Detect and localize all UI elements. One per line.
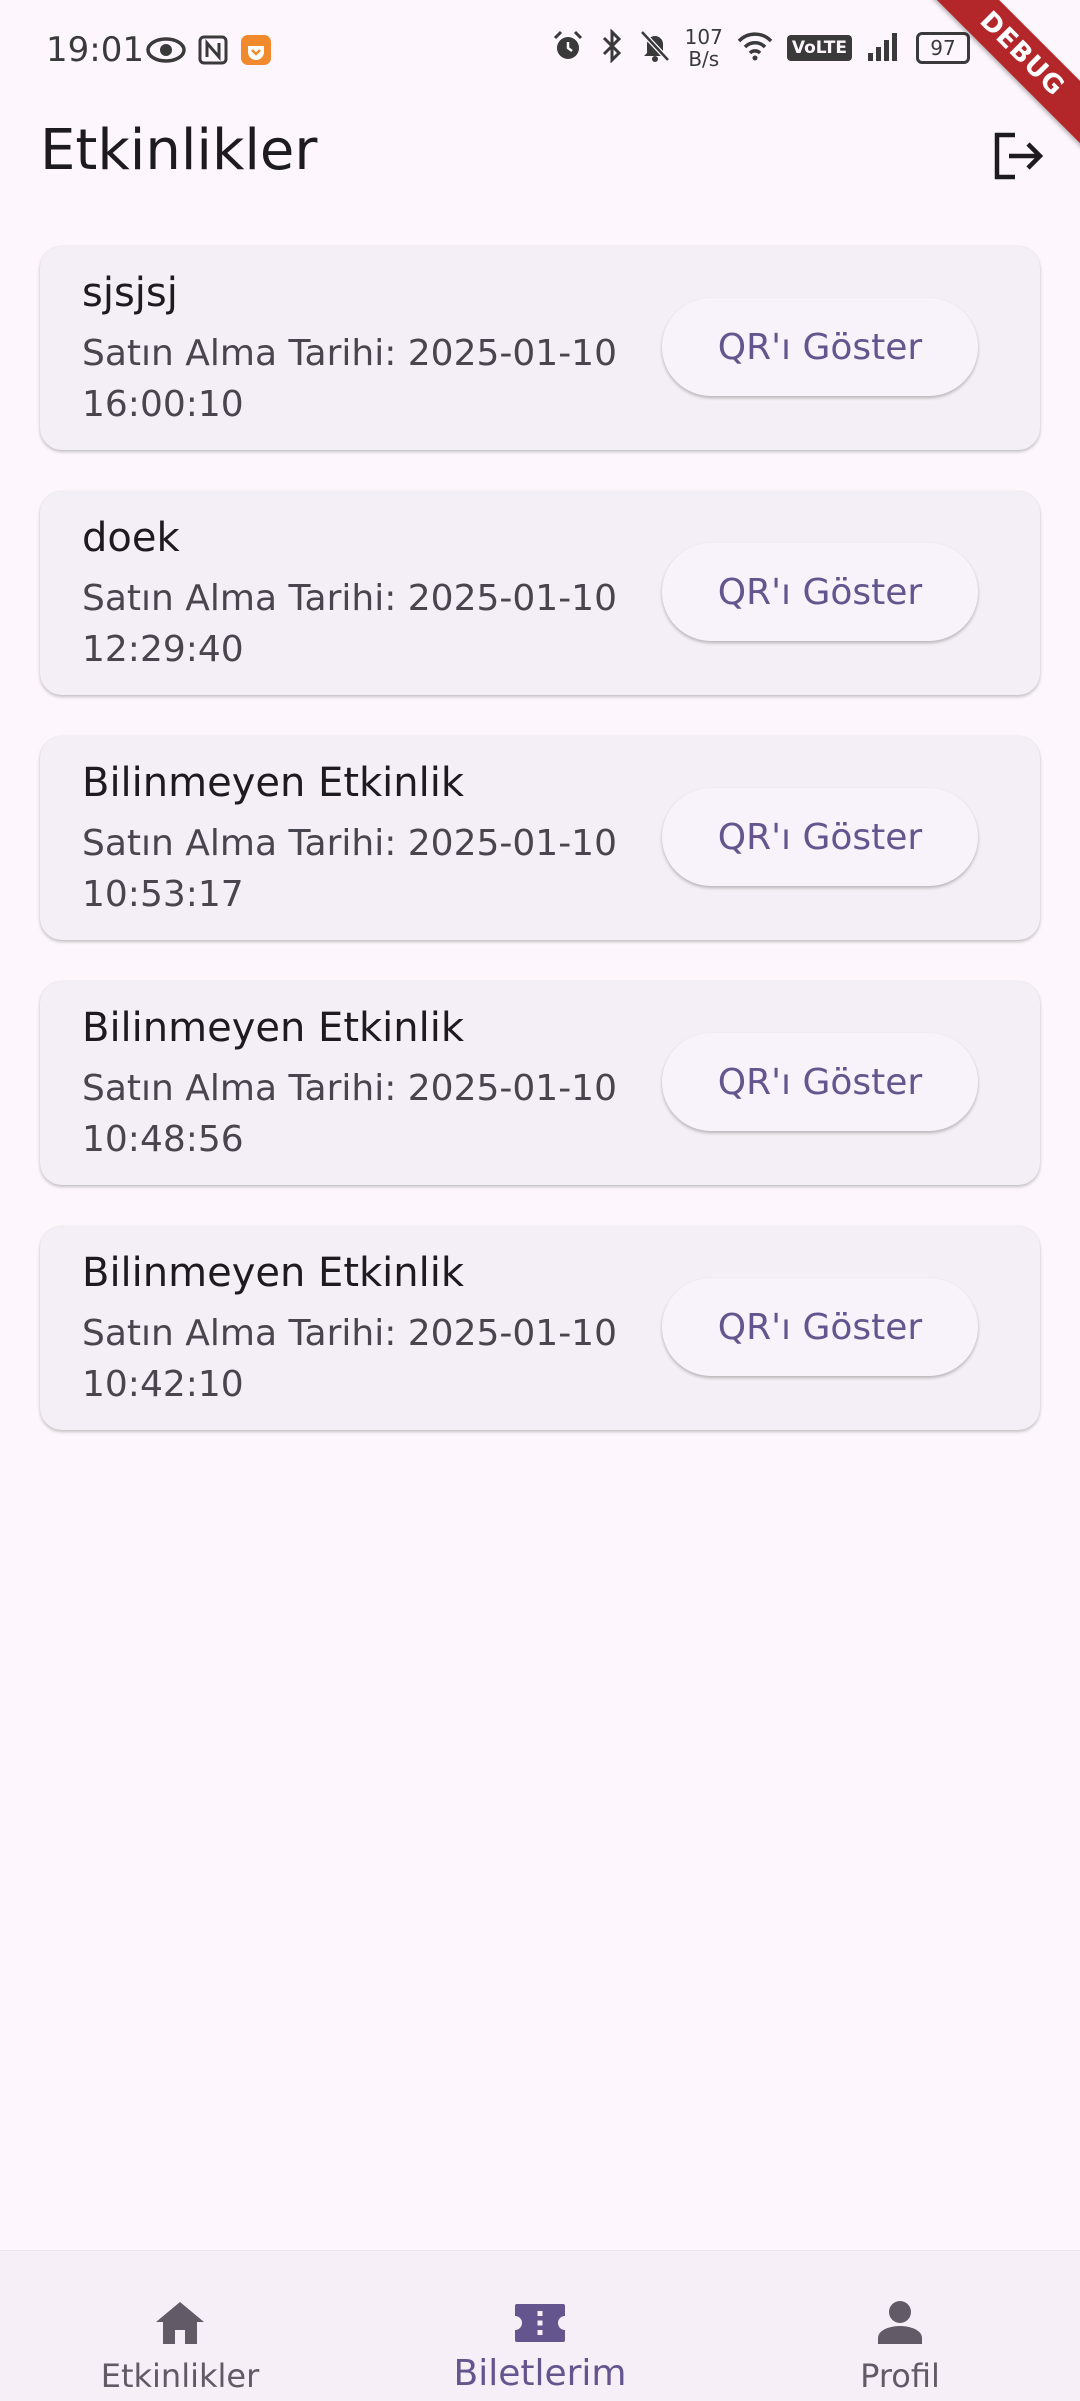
ticket-purchase-date: Satın Alma Tarihi: 2025-01-10 10:53:17 xyxy=(82,818,642,920)
ticket-event-name: Bilinmeyen Etkinlik xyxy=(82,760,465,806)
ticket-event-name: sjsjsj xyxy=(82,270,178,316)
network-speed-value: 107 xyxy=(684,25,723,49)
purchase-time-line: 16:00:10 xyxy=(82,384,244,425)
ticket-purchase-date: Satın Alma Tarihi: 2025-01-10 16:00:10 xyxy=(82,328,642,430)
logout-button[interactable] xyxy=(984,124,1052,192)
ticket-card: sjsjsj Satın Alma Tarihi: 2025-01-10 16:… xyxy=(40,246,1040,450)
ticket-card: Bilinmeyen Etkinlik Satın Alma Tarihi: 2… xyxy=(40,736,1040,940)
ticket-purchase-date: Satın Alma Tarihi: 2025-01-10 10:42:10 xyxy=(82,1308,642,1410)
purchase-date-line: Satın Alma Tarihi: 2025-01-10 xyxy=(82,823,617,864)
ticket-event-name: Bilinmeyen Etkinlik xyxy=(82,1250,465,1296)
eye-icon xyxy=(146,36,186,68)
purchase-date-line: Satın Alma Tarihi: 2025-01-10 xyxy=(82,333,617,374)
purchase-time-line: 10:48:56 xyxy=(82,1119,244,1160)
battery-level: 97 xyxy=(930,36,956,60)
nav-item-biletlerim[interactable]: Biletlerim xyxy=(360,2251,720,2401)
network-speed-unit: B/s xyxy=(688,47,720,71)
ticket-event-name: Bilinmeyen Etkinlik xyxy=(82,1005,465,1051)
battery-icon: 97 xyxy=(916,32,970,64)
wifi-icon xyxy=(737,31,773,65)
nav-label-profil: Profil xyxy=(860,2357,940,2395)
show-qr-button[interactable]: QR'ı Göster xyxy=(662,1278,978,1376)
bluetooth-icon xyxy=(599,28,625,67)
mute-icon xyxy=(639,29,671,67)
purchase-date-line: Satın Alma Tarihi: 2025-01-10 xyxy=(82,1313,617,1354)
status-bar: 19:01 107 B/s VoLTE 97 DEBUG xyxy=(0,0,1080,155)
volte-badge: VoLTE xyxy=(786,35,852,61)
alarm-icon xyxy=(551,29,585,67)
purchase-time-line: 12:29:40 xyxy=(82,629,244,670)
purchase-date-line: Satın Alma Tarihi: 2025-01-10 xyxy=(82,578,617,619)
ticket-icon xyxy=(513,2297,567,2349)
ticket-card: Bilinmeyen Etkinlik Satın Alma Tarihi: 2… xyxy=(40,1226,1040,1430)
ticket-list: sjsjsj Satın Alma Tarihi: 2025-01-10 16:… xyxy=(40,246,1040,1471)
purchase-time-line: 10:53:17 xyxy=(82,874,244,915)
status-left-icons xyxy=(146,34,272,70)
signal-icon xyxy=(866,31,902,65)
network-speed: 107 B/s xyxy=(685,26,723,70)
purchase-date-line: Satın Alma Tarihi: 2025-01-10 xyxy=(82,1068,617,1109)
person-icon xyxy=(876,2297,924,2349)
nfc-icon xyxy=(198,35,228,69)
status-right-icons: 107 B/s VoLTE 97 xyxy=(551,26,970,70)
ticket-event-name: doek xyxy=(82,515,180,561)
show-qr-button[interactable]: QR'ı Göster xyxy=(662,543,978,641)
nav-label-etkinlikler: Etkinlikler xyxy=(100,2357,260,2395)
show-qr-button[interactable]: QR'ı Göster xyxy=(662,788,978,886)
app-notification-icon xyxy=(240,34,272,70)
status-time: 19:01 xyxy=(46,30,144,70)
nav-label-biletlerim: Biletlerim xyxy=(453,2353,627,2394)
nav-item-etkinlikler[interactable]: Etkinlikler xyxy=(0,2251,360,2401)
page-title: Etkinlikler xyxy=(40,118,318,183)
home-icon xyxy=(154,2297,206,2349)
ticket-purchase-date: Satın Alma Tarihi: 2025-01-10 10:48:56 xyxy=(82,1063,642,1165)
bottom-navigation: Etkinlikler Biletlerim Profil xyxy=(0,2250,1080,2401)
show-qr-button[interactable]: QR'ı Göster xyxy=(662,298,978,396)
ticket-card: doek Satın Alma Tarihi: 2025-01-10 12:29… xyxy=(40,491,1040,695)
show-qr-button[interactable]: QR'ı Göster xyxy=(662,1033,978,1131)
nav-item-profil[interactable]: Profil xyxy=(720,2251,1080,2401)
purchase-time-line: 10:42:10 xyxy=(82,1364,244,1405)
logout-icon xyxy=(991,131,1045,185)
ticket-card: Bilinmeyen Etkinlik Satın Alma Tarihi: 2… xyxy=(40,981,1040,1185)
ticket-purchase-date: Satın Alma Tarihi: 2025-01-10 12:29:40 xyxy=(82,573,642,675)
